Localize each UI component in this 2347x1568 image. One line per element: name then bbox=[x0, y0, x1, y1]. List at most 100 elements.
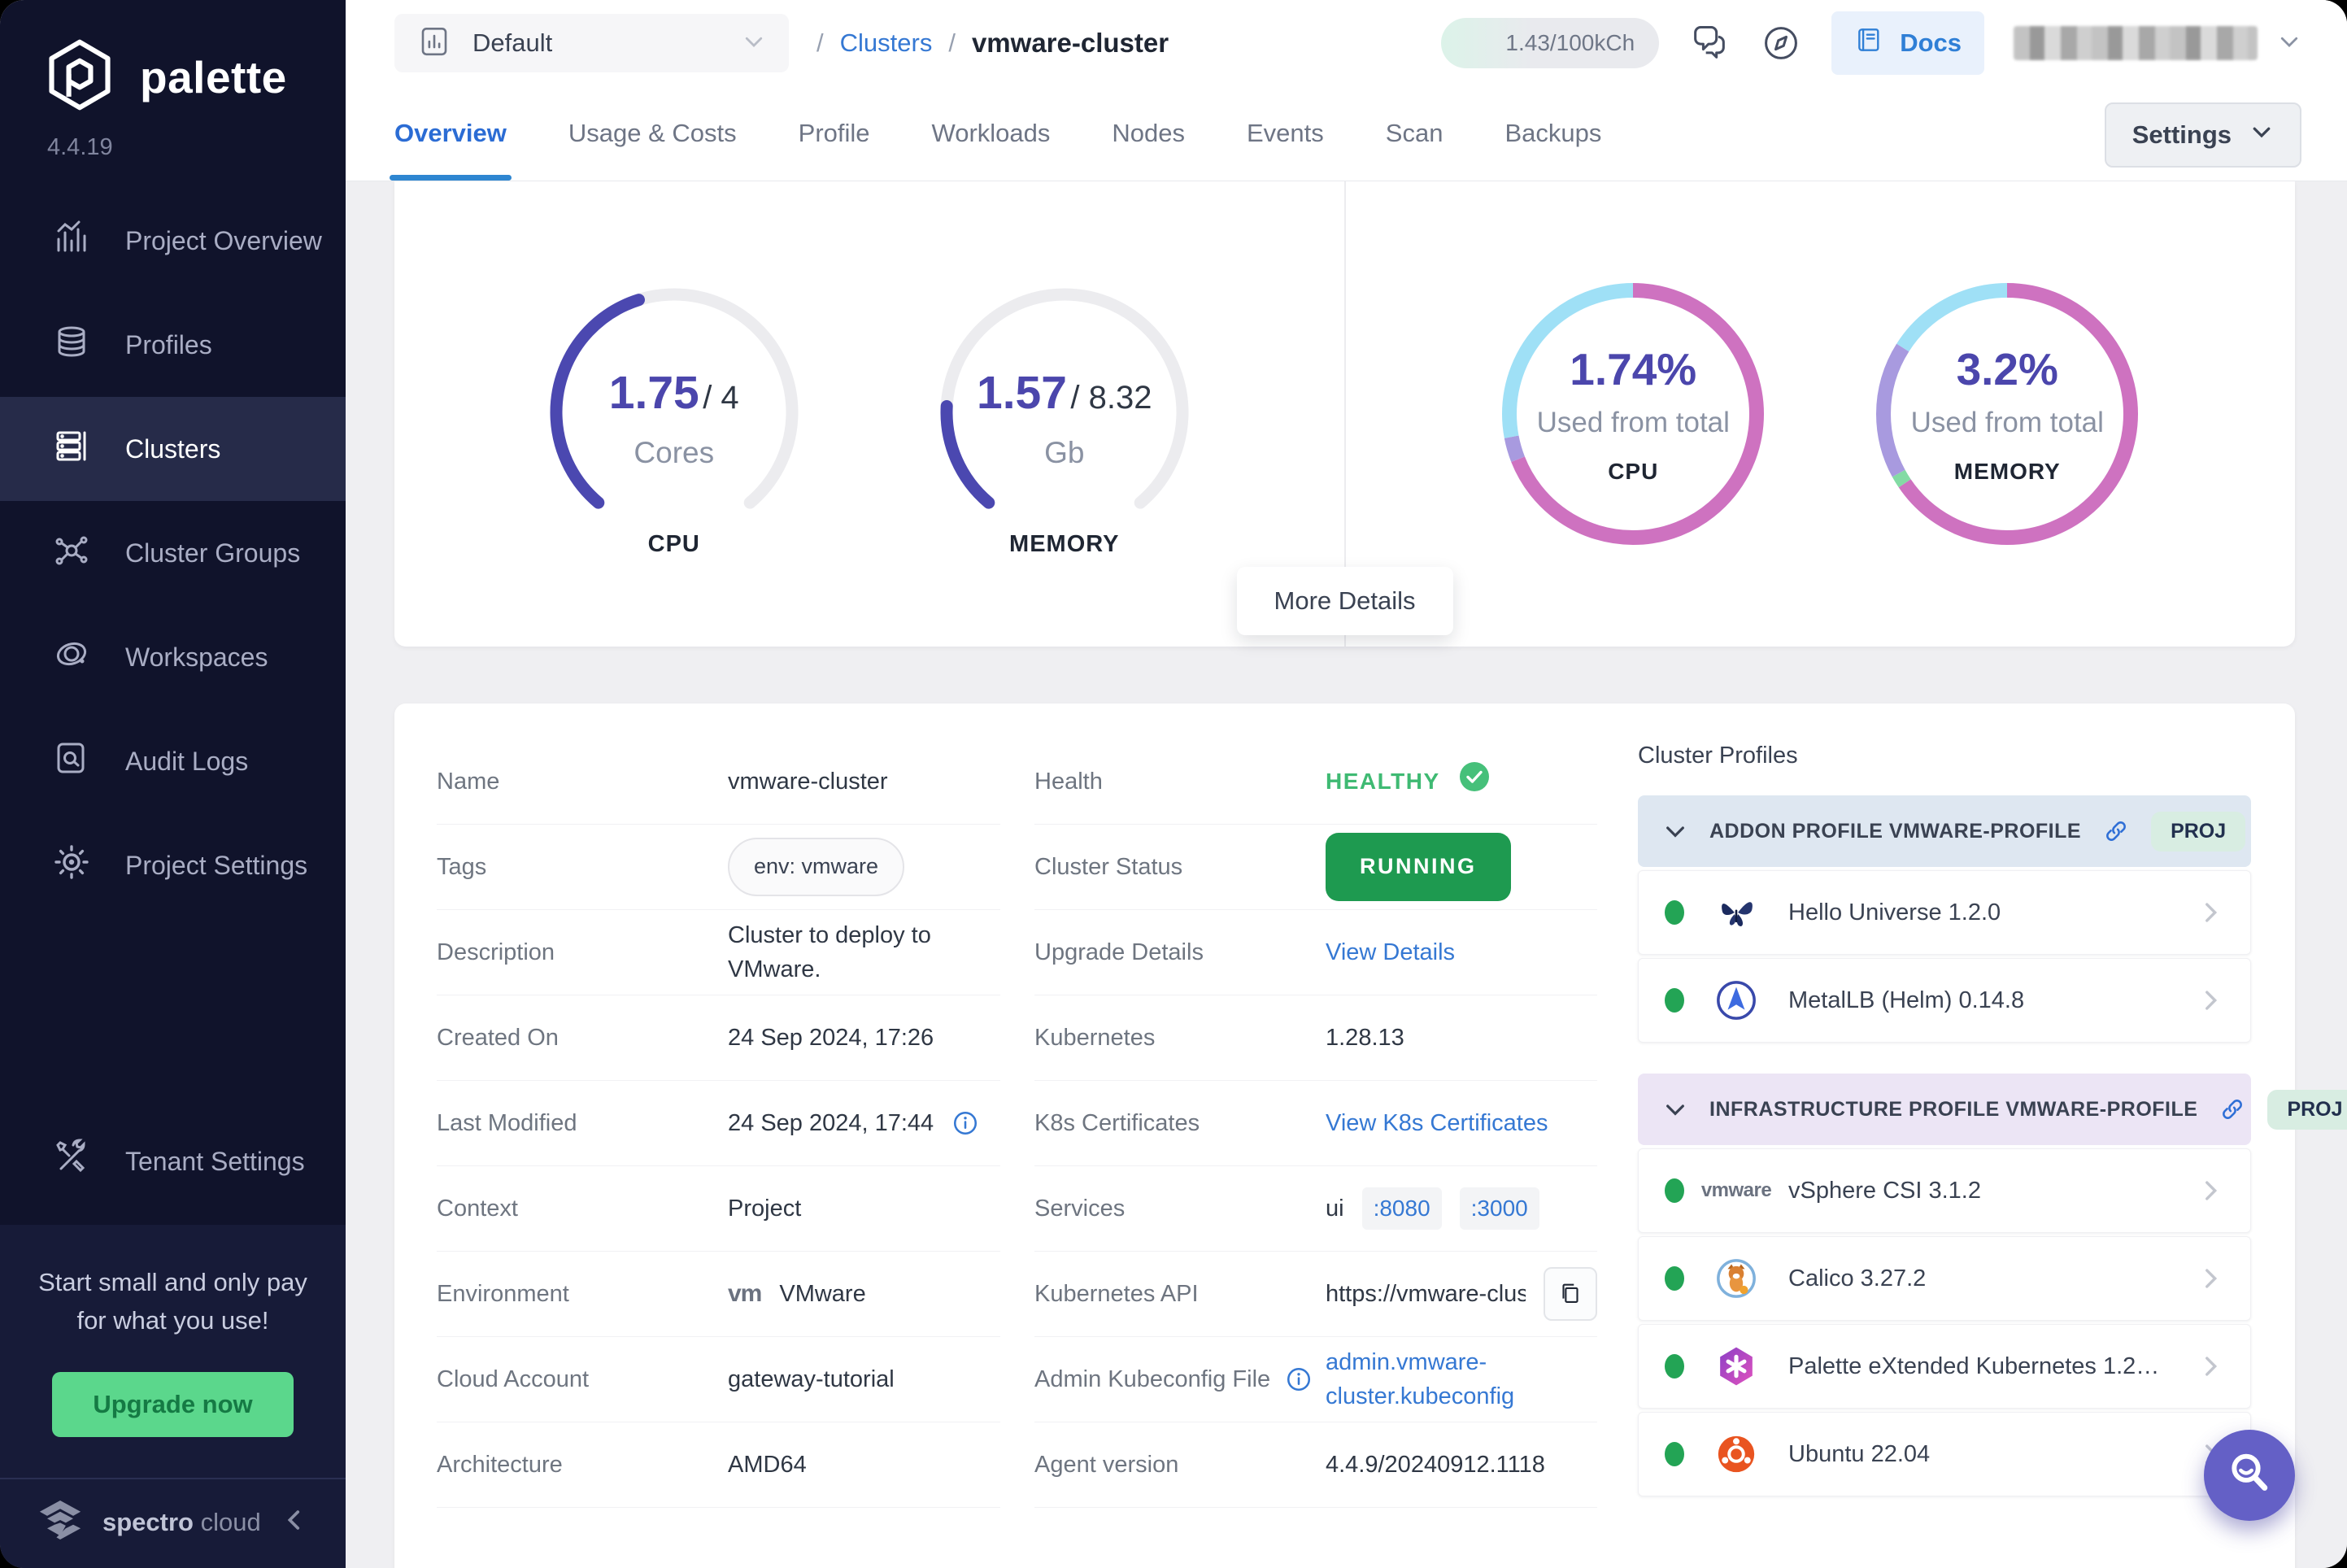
footer-brand-bold: spectro bbox=[102, 1508, 194, 1536]
sidebar-item-project-overview[interactable]: Project Overview bbox=[0, 189, 346, 293]
top-bar: Default / Clusters / vmware-cluster 1.43… bbox=[346, 0, 2347, 86]
service-port-link[interactable]: :8080 bbox=[1362, 1187, 1442, 1230]
profile-item-hello-universe[interactable]: Hello Universe 1.2.0 bbox=[1638, 870, 2251, 955]
detail-row-description: Description Cluster to deploy to VMware. bbox=[437, 910, 1000, 995]
info-icon[interactable] bbox=[951, 1109, 979, 1137]
profile-item-ubuntu[interactable]: Ubuntu 22.04 bbox=[1638, 1412, 2251, 1496]
breadcrumb-clusters-link[interactable]: Clusters bbox=[840, 28, 933, 58]
profile-group-infrastructure-header[interactable]: INFRASTRUCTURE PROFILE VMWARE-PROFILE PR… bbox=[1638, 1074, 2251, 1145]
chevron-right-icon bbox=[2197, 1177, 2224, 1204]
brand-name: palette bbox=[140, 51, 287, 103]
sidebar-item-audit-logs[interactable]: Audit Logs bbox=[0, 709, 346, 813]
chevron-right-icon bbox=[2197, 1265, 2224, 1292]
memory-gauge: 1.57 / 8.32 Gb MEMORY bbox=[918, 278, 1211, 550]
sidebar-item-label: Profiles bbox=[125, 330, 212, 360]
sidebar-item-label: Project Settings bbox=[125, 851, 307, 881]
tag-pill: env: vmware bbox=[728, 838, 904, 895]
link-icon bbox=[2102, 817, 2130, 845]
chat-bubbles-icon[interactable] bbox=[1688, 22, 1731, 64]
tab-backups[interactable]: Backups bbox=[1504, 119, 1601, 181]
user-menu[interactable] bbox=[2014, 26, 2301, 60]
sidebar-item-label: Audit Logs bbox=[125, 747, 248, 777]
detail-row-services: Services ui :8080 :3000 bbox=[1034, 1166, 1597, 1252]
audit-logs-icon bbox=[52, 738, 91, 784]
sidebar-item-label: Cluster Groups bbox=[125, 538, 300, 568]
copy-icon[interactable] bbox=[1544, 1267, 1597, 1321]
footer-brand-light: cloud bbox=[201, 1508, 261, 1536]
breadcrumb-current: vmware-cluster bbox=[972, 28, 1169, 59]
tab-overview[interactable]: Overview bbox=[394, 119, 507, 181]
memory-ring-label: MEMORY bbox=[1954, 459, 2061, 485]
memory-total: / 8.32 bbox=[1070, 380, 1152, 416]
sidebar-item-project-settings[interactable]: Project Settings bbox=[0, 813, 346, 917]
profile-group-addon-header[interactable]: ADDON PROFILE VMWARE-PROFILE PROJ bbox=[1638, 795, 2251, 867]
info-icon[interactable] bbox=[1285, 1365, 1313, 1393]
brand-header: palette bbox=[0, 0, 346, 116]
profiles-icon bbox=[52, 322, 91, 368]
chevron-right-icon bbox=[2197, 899, 2224, 926]
more-details-button[interactable]: More Details bbox=[1237, 567, 1453, 635]
docs-button[interactable]: Docs bbox=[1831, 11, 1984, 75]
sidebar-item-cluster-groups[interactable]: Cluster Groups bbox=[0, 501, 346, 605]
cluster-groups-icon bbox=[52, 530, 91, 576]
tab-usage-costs[interactable]: Usage & Costs bbox=[568, 119, 737, 181]
spectro-cloud-logo-icon bbox=[37, 1500, 83, 1544]
memory-gauge-value: 1.57 / 8.32 Gb bbox=[918, 366, 1211, 470]
profile-group-title: ADDON PROFILE VMWARE-PROFILE bbox=[1709, 820, 2081, 843]
cpu-gauge-value: 1.75 / 4 Cores bbox=[528, 366, 821, 470]
pxk-icon bbox=[1710, 1344, 1762, 1389]
profile-group-title: INFRASTRUCTURE PROFILE VMWARE-PROFILE bbox=[1709, 1098, 2197, 1122]
service-port-link[interactable]: :3000 bbox=[1460, 1187, 1539, 1230]
detail-row-admin-kubeconfig: Admin Kubeconfig File admin.vmware-clust… bbox=[1034, 1337, 1597, 1422]
chevron-down-icon bbox=[1662, 818, 1688, 844]
sidebar-menu: Project Overview Profiles bbox=[0, 189, 346, 917]
sidebar-collapse-icon[interactable] bbox=[281, 1506, 308, 1538]
details-middle-column: Health HEALTHY Cluster Status RUNNING Up… bbox=[1034, 739, 1597, 1568]
profile-item-palette-extended-kubernetes[interactable]: Palette eXtended Kubernetes 1.28.13 bbox=[1638, 1324, 2251, 1409]
content-area: 1.75 / 4 Cores CPU 1.57 bbox=[346, 181, 2347, 1568]
detail-row-context: Context Project bbox=[437, 1166, 1000, 1252]
upgrade-now-button[interactable]: Upgrade now bbox=[52, 1372, 293, 1437]
profile-item-metallb[interactable]: MetalLB (Helm) 0.14.8 bbox=[1638, 958, 2251, 1043]
cpu-ring-label: CPU bbox=[1608, 459, 1658, 485]
project-selector[interactable]: Default bbox=[394, 14, 789, 72]
chevron-down-icon bbox=[2249, 120, 2274, 150]
footer-brand: spectro cloud bbox=[102, 1508, 261, 1537]
memory-unit: Gb bbox=[918, 436, 1211, 470]
docs-label: Docs bbox=[1900, 28, 1962, 58]
profile-item-calico[interactable]: Calico 3.27.2 bbox=[1638, 1236, 2251, 1321]
sidebar: palette 4.4.19 Project Overview bbox=[0, 0, 346, 1568]
view-k8s-certificates-link[interactable]: View K8s Certificates bbox=[1326, 1106, 1548, 1140]
profile-item-vsphere-csi[interactable]: vmware vSphere CSI 3.1.2 bbox=[1638, 1148, 2251, 1233]
status-dot bbox=[1665, 988, 1684, 1013]
settings-label: Settings bbox=[2132, 120, 2232, 150]
cpu-gauge: 1.75 / 4 Cores CPU bbox=[528, 278, 821, 550]
view-details-link[interactable]: View Details bbox=[1326, 935, 1455, 969]
detail-row-kubernetes-api: Kubernetes API https://vmware-clus... bbox=[1034, 1252, 1597, 1337]
tab-events[interactable]: Events bbox=[1247, 119, 1324, 181]
profile-group-addon: ADDON PROFILE VMWARE-PROFILE PROJ bbox=[1638, 795, 2251, 1043]
tab-profile[interactable]: Profile bbox=[799, 119, 870, 181]
status-dot bbox=[1665, 1266, 1684, 1291]
settings-button[interactable]: Settings bbox=[2105, 102, 2301, 168]
sidebar-item-clusters[interactable]: Clusters bbox=[0, 397, 346, 501]
sidebar-item-profiles[interactable]: Profiles bbox=[0, 293, 346, 397]
status-dot bbox=[1665, 1442, 1684, 1466]
app-frame: palette 4.4.19 Project Overview bbox=[0, 0, 2347, 1568]
compass-icon[interactable] bbox=[1760, 22, 1802, 64]
memory-caption: Used from total bbox=[1911, 407, 2104, 439]
tab-nodes[interactable]: Nodes bbox=[1112, 119, 1185, 181]
breadcrumb-separator: / bbox=[816, 28, 824, 58]
kubeconfig-download-link[interactable]: admin.vmware-cluster.kubeconfig bbox=[1326, 1345, 1570, 1413]
cpu-unit: Cores bbox=[528, 436, 821, 470]
tab-workloads[interactable]: Workloads bbox=[932, 119, 1051, 181]
sidebar-item-workspaces[interactable]: Workspaces bbox=[0, 605, 346, 709]
search-fab-button[interactable] bbox=[2204, 1430, 2295, 1521]
sidebar-item-tenant-settings[interactable]: Tenant Settings bbox=[0, 1109, 346, 1213]
project-selector-value: Default bbox=[472, 28, 552, 58]
check-circle-icon bbox=[1458, 760, 1491, 803]
cluster-profiles-panel: Cluster Profiles ADDON PROFILE VMWARE-PR… bbox=[1638, 739, 2251, 1568]
chevron-down-icon bbox=[742, 29, 766, 58]
cluster-details-card: Name vmware-cluster Tags env: vmware Des… bbox=[394, 703, 2295, 1568]
tab-scan[interactable]: Scan bbox=[1386, 119, 1443, 181]
